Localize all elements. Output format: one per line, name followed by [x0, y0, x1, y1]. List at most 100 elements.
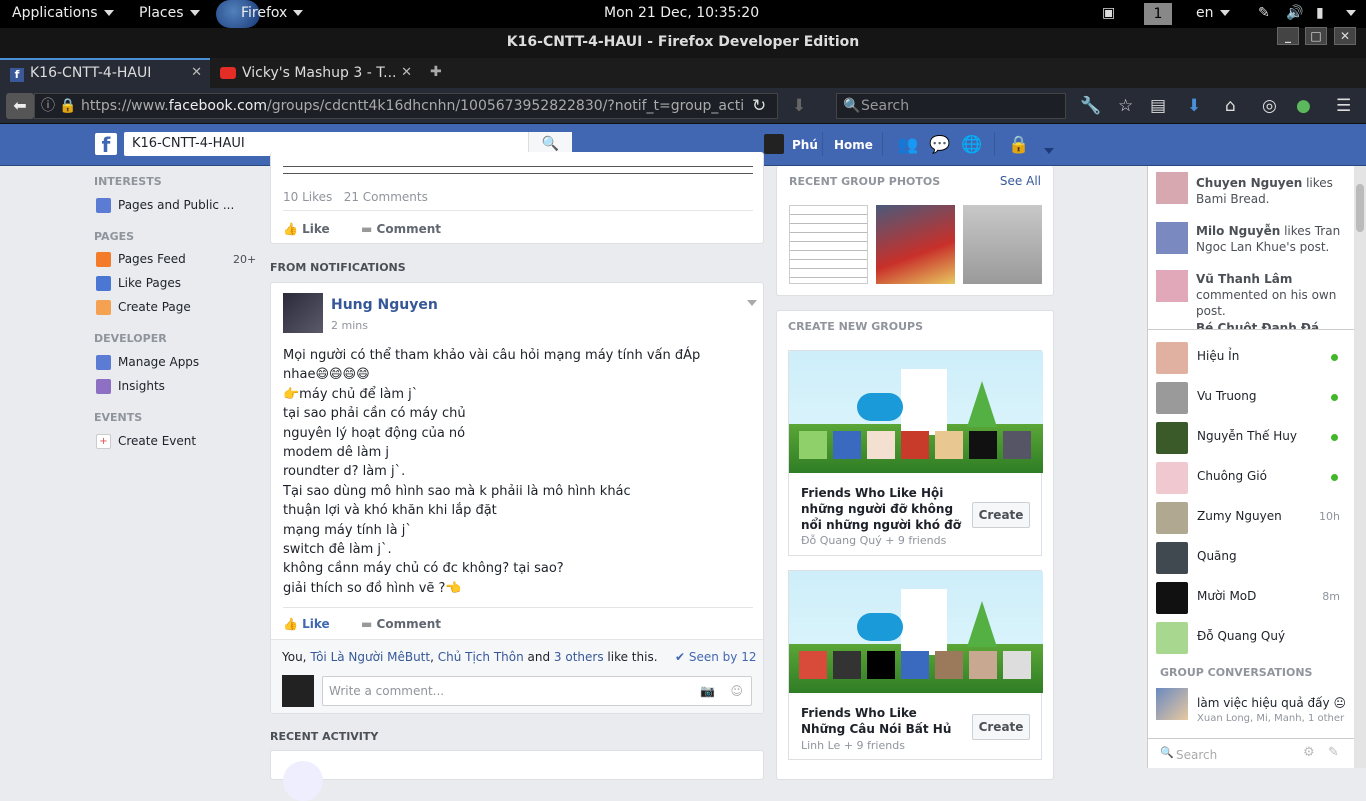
ticker-avatar[interactable]: [1156, 270, 1188, 302]
app-menu[interactable]: Firefox: [241, 5, 304, 21]
tab-close-icon[interactable]: ✕: [191, 60, 202, 86]
chat-contact[interactable]: Nguyễn Thế Huy: [1156, 418, 1350, 458]
pen-icon[interactable]: ✎: [1258, 5, 1270, 21]
reading-list-icon[interactable]: ▤: [1150, 96, 1166, 116]
messages-icon[interactable]: 💬: [929, 135, 950, 155]
chat-contact[interactable]: Chuông Gió: [1156, 458, 1350, 498]
minimize-button[interactable]: _: [1277, 27, 1299, 45]
contact-name: Hiệu Ỉn: [1197, 349, 1240, 363]
workspace-icon[interactable]: ▣: [1102, 5, 1115, 21]
ticker-item[interactable]: Chuyen Nguyen likes Bami Bread.: [1196, 175, 1346, 207]
downloads-icon[interactable]: ⬇: [1187, 96, 1201, 116]
author-avatar[interactable]: [283, 293, 323, 333]
chat-settings-icon[interactable]: ⚙: [1303, 745, 1315, 760]
hamburger-menu-icon[interactable]: ☰: [1336, 96, 1351, 116]
profile-link[interactable]: Phú: [792, 138, 818, 152]
tab-youtube[interactable]: Vicky's Mashup 3 - T... ✕: [212, 58, 420, 88]
chat-contact[interactable]: Quãng: [1156, 538, 1350, 578]
tab-close-icon[interactable]: ✕: [401, 58, 412, 88]
privacy-shortcuts-icon[interactable]: 🔒: [1008, 135, 1029, 155]
author-name[interactable]: Hung Nguyen: [331, 297, 438, 313]
comment-button[interactable]: ▬ Comment: [361, 222, 441, 236]
like-button[interactable]: 👍 Like: [283, 222, 330, 236]
maximize-button[interactable]: □: [1305, 27, 1327, 45]
group-conversation-avatar[interactable]: [1156, 688, 1188, 720]
applications-menu[interactable]: Applications: [12, 5, 114, 21]
volume-icon[interactable]: 🔊: [1286, 5, 1303, 21]
nav-pages-feed[interactable]: Pages Feed: [118, 252, 186, 266]
chat-search-bar[interactable]: 🔍 Search ⚙ ✎: [1148, 738, 1354, 768]
chat-contact[interactable]: Đỗ Quang Quý: [1156, 618, 1350, 658]
create-group-button[interactable]: Create: [972, 502, 1030, 528]
nav-create-event[interactable]: Create Event: [118, 434, 196, 448]
friend-requests-icon[interactable]: 👥: [897, 135, 918, 155]
chat-contact[interactable]: Zumy Nguyen 10h: [1156, 498, 1350, 538]
download-arrow-icon[interactable]: ⬇: [792, 96, 806, 116]
bookmark-star-icon[interactable]: ☆: [1118, 96, 1133, 116]
keyboard-layout[interactable]: en: [1196, 5, 1230, 21]
account-settings-menu[interactable]: [1038, 143, 1054, 157]
camera-icon[interactable]: 📷: [700, 677, 715, 705]
post-like-button[interactable]: 👍 Like: [283, 617, 330, 631]
new-message-icon[interactable]: ✎: [1328, 745, 1339, 760]
facebook-logo[interactable]: f: [95, 133, 117, 157]
places-menu[interactable]: Places: [139, 5, 200, 21]
group-conversation-name[interactable]: làm việc hiệu quả đấy 😐: [1197, 696, 1346, 710]
back-button[interactable]: ⬅: [6, 93, 34, 119]
home-link[interactable]: Home: [834, 138, 873, 152]
ticker-avatar[interactable]: [1156, 222, 1188, 254]
nav-manage-apps[interactable]: Manage Apps: [118, 355, 199, 369]
chat-contact[interactable]: Vu Truong: [1156, 378, 1350, 418]
others-link[interactable]: 3 others: [554, 650, 604, 664]
workspace-indicator[interactable]: 1: [1144, 3, 1172, 25]
wrench-icon[interactable]: 🔧: [1080, 96, 1101, 116]
new-tab-button[interactable]: ✚: [430, 64, 442, 80]
group-suggestion-name[interactable]: Friends Who Like Những Câu Nói Bất Hủ: [801, 705, 961, 737]
emoji-icon[interactable]: ☺: [730, 677, 743, 705]
page-scrollbar[interactable]: [1354, 166, 1366, 768]
ticker-item[interactable]: Vũ Thanh Lâm commented on his own post.: [1196, 271, 1346, 319]
chat-contact[interactable]: Hiệu Ỉn: [1156, 338, 1350, 378]
nav-like-pages[interactable]: Like Pages: [118, 276, 181, 290]
tab-facebook[interactable]: f K16-CNTT-4-HAUI ✕: [0, 58, 210, 88]
scrollbar-thumb[interactable]: [1356, 184, 1364, 232]
clock[interactable]: Mon 21 Dec, 10:35:20: [604, 5, 759, 21]
comment-input[interactable]: Write a comment... 📷 ☺: [322, 676, 752, 706]
close-window-button[interactable]: ✕: [1334, 27, 1356, 45]
liker-link[interactable]: Tôi Là Người MêButt: [310, 650, 430, 664]
liker-link[interactable]: Chủ Tịch Thôn: [438, 650, 524, 664]
search-bar[interactable]: 🔍 Search: [836, 93, 1066, 119]
chat-contact[interactable]: Mười MoD 8m: [1156, 578, 1350, 618]
ticker-item[interactable]: Milo Nguyễn likes Tran Ngoc Lan Khue's p…: [1196, 223, 1346, 255]
reload-icon[interactable]: ↻: [752, 96, 766, 116]
create-group-button[interactable]: Create: [972, 714, 1030, 740]
group-photo-3[interactable]: [963, 205, 1042, 284]
addon-icon[interactable]: ●: [1296, 96, 1311, 116]
nav-create-page[interactable]: Create Page: [118, 300, 191, 314]
battery-icon[interactable]: ▮: [1316, 5, 1324, 21]
home-icon[interactable]: ⌂: [1225, 96, 1236, 116]
likes-count[interactable]: 10 Likes: [283, 190, 332, 204]
seen-by[interactable]: ✔ Seen by 12: [675, 650, 756, 664]
group-photo-1[interactable]: [789, 205, 868, 284]
previous-post-card: 10 Likes 21 Comments 👍 Like ▬ Comment: [270, 152, 764, 244]
ticker-avatar[interactable]: [1156, 172, 1188, 204]
see-all-link[interactable]: See All: [1000, 174, 1041, 188]
profile-avatar[interactable]: [764, 134, 784, 154]
post-options-chevron-icon[interactable]: [741, 295, 757, 309]
activity-avatar[interactable]: [283, 761, 323, 801]
ticker-item[interactable]: Bé Chuột Đanh Đá likes: [1196, 320, 1346, 329]
devtools-icon[interactable]: ◎: [1262, 96, 1277, 116]
nav-insights[interactable]: Insights: [118, 379, 165, 393]
info-icon[interactable]: ⓘ: [41, 94, 55, 118]
group-photo-2[interactable]: [876, 205, 955, 284]
post-time[interactable]: 2 mins: [331, 319, 368, 332]
comments-count[interactable]: 21 Comments: [344, 190, 428, 204]
url-bar[interactable]: ⓘ 🔒 https://www.facebook.com/groups/cdcn…: [34, 93, 778, 119]
nav-pages-public[interactable]: Pages and Public ...: [118, 198, 234, 212]
post-comment-button[interactable]: ▬ Comment: [361, 617, 441, 631]
notifications-globe-icon[interactable]: 🌐: [961, 135, 982, 155]
group-suggestion-name[interactable]: Friends Who Like Hội những người đỡ khôn…: [801, 485, 961, 533]
system-menu[interactable]: [1340, 5, 1356, 21]
post-text-line: mạng máy tính là j`: [283, 522, 412, 538]
